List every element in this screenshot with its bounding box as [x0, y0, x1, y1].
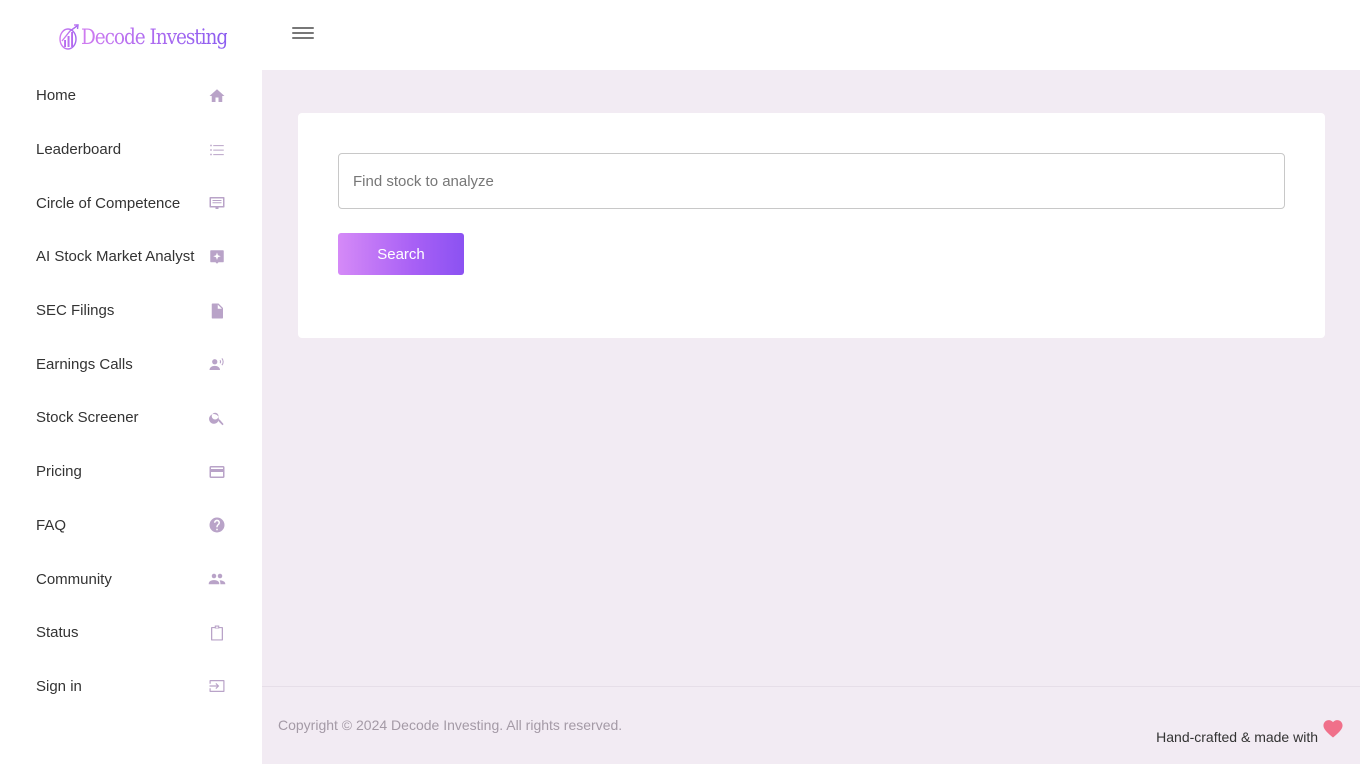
- sidebar-item-circle-of-competence[interactable]: Circle of Competence: [0, 176, 262, 230]
- list-numbered-icon: [208, 141, 226, 159]
- sparkle-chat-icon: [208, 248, 226, 266]
- sidebar-item-home[interactable]: Home: [0, 69, 262, 123]
- sidebar-item-label: Stock Screener: [36, 409, 139, 427]
- logo-text: Decode Investing: [81, 25, 228, 49]
- document-icon: [208, 302, 226, 320]
- sidebar-item-label: Sign in: [36, 677, 82, 695]
- sidebar-item-community[interactable]: Community: [0, 552, 262, 606]
- people-icon: [208, 570, 226, 588]
- sidebar: Decode Investing Home Leaderboard Circle…: [0, 0, 262, 764]
- heart-icon: [1323, 720, 1343, 738]
- sidebar-item-label: FAQ: [36, 516, 67, 534]
- sidebar-item-label: SEC Filings: [36, 302, 115, 320]
- handcrafted-text: Hand-crafted & made with: [1156, 729, 1318, 745]
- stock-search-input[interactable]: [338, 153, 1285, 209]
- sidebar-item-label: Home: [36, 87, 77, 105]
- sidebar-item-faq[interactable]: FAQ: [0, 499, 262, 553]
- sidebar-item-label: Pricing: [36, 463, 82, 481]
- logo-icon: [59, 24, 79, 50]
- help-circle-icon: [208, 516, 226, 534]
- sidebar-item-label: Circle of Competence: [36, 194, 181, 212]
- sidebar-item-ai-stock-market-analyst[interactable]: AI Stock Market Analyst: [0, 230, 262, 284]
- footer-divider: [262, 686, 1360, 687]
- sidebar-item-pricing[interactable]: Pricing: [0, 445, 262, 499]
- copyright-text: Copyright © 2024 Decode Investing. All r…: [278, 717, 623, 733]
- sidebar-item-label: Earnings Calls: [36, 355, 133, 373]
- credit-card-icon: [208, 463, 226, 481]
- sidebar-nav: Home Leaderboard Circle of Competence AI…: [0, 69, 262, 713]
- sidebar-item-status[interactable]: Status: [0, 606, 262, 660]
- sidebar-item-sec-filings[interactable]: SEC Filings: [0, 284, 262, 338]
- monitor-list-icon: [208, 194, 226, 212]
- clipboard-icon: [208, 624, 226, 642]
- main-content: Search Copyright © 2024 Decode Investing…: [262, 70, 1360, 764]
- sidebar-item-label: Community: [36, 570, 112, 588]
- sidebar-item-stock-screener[interactable]: Stock Screener: [0, 391, 262, 445]
- sidebar-item-label: Status: [36, 624, 79, 642]
- hamburger-icon[interactable]: [292, 24, 314, 42]
- sidebar-item-leaderboard[interactable]: Leaderboard: [0, 123, 262, 177]
- sidebar-item-earnings-calls[interactable]: Earnings Calls: [0, 337, 262, 391]
- search-button[interactable]: Search: [338, 233, 464, 275]
- logo[interactable]: Decode Investing: [58, 20, 247, 54]
- person-speaking-icon: [208, 355, 226, 373]
- sign-in-icon: [208, 677, 226, 695]
- sidebar-item-sign-in[interactable]: Sign in: [0, 660, 262, 714]
- home-icon: [208, 87, 226, 105]
- search-card: Search: [298, 113, 1325, 338]
- search-icon: [208, 409, 226, 427]
- sidebar-item-label: Leaderboard: [36, 141, 122, 159]
- sidebar-item-label: AI Stock Market Analyst: [36, 248, 195, 266]
- top-bar: [262, 0, 1360, 70]
